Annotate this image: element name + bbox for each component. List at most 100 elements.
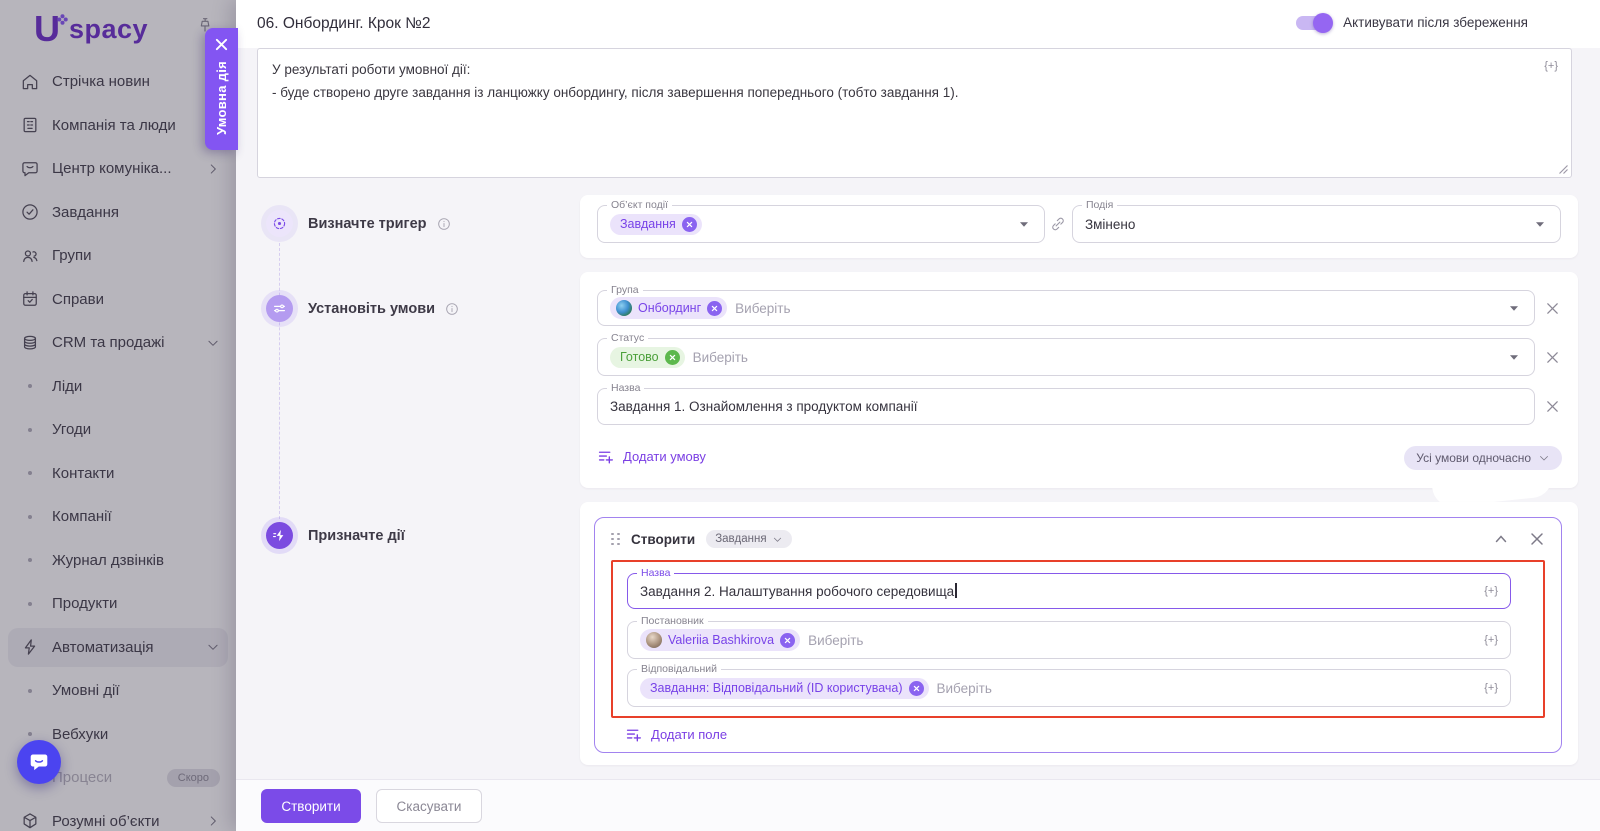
add-field-button[interactable]: Додати поле bbox=[625, 726, 727, 743]
conditions-step-icon bbox=[266, 295, 293, 322]
add-filter-icon bbox=[625, 726, 642, 743]
field-value: Завдання 2. Налаштування робочого середо… bbox=[640, 583, 957, 599]
remove-chip-icon[interactable] bbox=[664, 349, 680, 365]
field-label: Назва bbox=[607, 382, 645, 395]
activate-toggle-group: Активувати після збереження bbox=[1296, 12, 1528, 33]
actions-step-label: Призначте дії bbox=[308, 528, 405, 544]
activate-toggle[interactable] bbox=[1296, 12, 1334, 33]
action-name-field[interactable]: Назва Завдання 2. Налаштування робочого … bbox=[627, 567, 1511, 609]
collapse-icon[interactable] bbox=[1493, 531, 1509, 547]
field-value: Змінено bbox=[1085, 216, 1136, 232]
actions-card: Створити Завдання Назва Завдання 2. Нала… bbox=[580, 502, 1578, 765]
resize-handle[interactable] bbox=[1558, 164, 1568, 174]
field-placeholder: Виберіть bbox=[692, 349, 748, 365]
chevron-down-icon[interactable] bbox=[1016, 216, 1032, 232]
steps-connector-line bbox=[279, 243, 280, 519]
remove-chip-icon[interactable] bbox=[780, 632, 796, 648]
chevron-down-icon[interactable] bbox=[1506, 300, 1522, 316]
field-placeholder: Виберіть bbox=[936, 680, 992, 696]
field-label: Постановник bbox=[637, 615, 708, 628]
close-icon[interactable] bbox=[214, 37, 229, 52]
action-header: Створити Завдання bbox=[595, 518, 1561, 560]
object-chip: Завдання bbox=[610, 213, 702, 235]
description-line: У результаті роботи умовної дії: bbox=[272, 62, 471, 77]
group-avatar bbox=[616, 300, 632, 316]
remove-chip-icon[interactable] bbox=[908, 680, 924, 696]
create-button[interactable]: Створити bbox=[261, 789, 361, 823]
drag-handle-icon[interactable] bbox=[611, 532, 620, 546]
close-icon[interactable] bbox=[1529, 531, 1545, 547]
remove-condition-icon[interactable] bbox=[1542, 396, 1562, 416]
action-controls bbox=[1493, 531, 1545, 547]
field-label: Група bbox=[607, 284, 643, 297]
chip-label: Завдання: Відповідальний (ID користувача… bbox=[650, 681, 903, 695]
action-verb: Створити bbox=[631, 531, 696, 547]
link-icon bbox=[1049, 215, 1067, 233]
user-avatar bbox=[646, 632, 662, 648]
chevron-down-icon bbox=[1538, 452, 1550, 464]
field-value: Завдання 1. Ознайомлення з продуктом ком… bbox=[610, 399, 918, 414]
app-window: U spacy Стрічка новин Компанія та люди Ц… bbox=[0, 0, 1600, 831]
modal-backdrop[interactable] bbox=[0, 0, 236, 831]
responsible-chip: Завдання: Відповідальний (ID користувача… bbox=[640, 677, 929, 699]
action-author-field[interactable]: Постановник Valeriia Bashkirova Виберіть… bbox=[627, 615, 1511, 659]
field-label: Подія bbox=[1082, 199, 1118, 212]
description-textarea[interactable]: У результаті роботи умовної дії: - буде … bbox=[257, 48, 1572, 178]
conditions-card: Група Онбординг Виберіть Статус Готово В… bbox=[580, 272, 1578, 509]
cancel-button[interactable]: Скасувати bbox=[376, 789, 482, 823]
chip-label: Завдання bbox=[620, 217, 676, 231]
remove-chip-icon[interactable] bbox=[707, 300, 723, 316]
trigger-step-label: Визначте тригер bbox=[308, 216, 452, 232]
action-responsible-field[interactable]: Відповідальний Завдання: Відповідальний … bbox=[627, 663, 1511, 707]
condition-name-field[interactable]: Назва Завдання 1. Ознайомлення з продукт… bbox=[597, 382, 1535, 425]
chevron-down-icon[interactable] bbox=[1506, 349, 1522, 365]
action-entity-select[interactable]: Завдання bbox=[706, 530, 792, 548]
drawer-tab-label: Умовна дія bbox=[214, 61, 229, 135]
conditional-action-drawer: Умовна дія 06. Онбординг. Крок №2 Активу… bbox=[205, 0, 1600, 831]
insert-variable-icon[interactable]: {+} bbox=[1484, 682, 1498, 694]
author-chip: Valeriia Bashkirova bbox=[640, 629, 801, 651]
chip-label: Готово bbox=[620, 350, 659, 364]
condition-group-field[interactable]: Група Онбординг Виберіть bbox=[597, 284, 1535, 326]
add-condition-button[interactable]: Додати умову bbox=[597, 448, 706, 465]
status-chip: Готово bbox=[610, 346, 685, 368]
event-type-field[interactable]: Подія Змінено bbox=[1072, 199, 1561, 243]
insert-variable-icon[interactable]: {+} bbox=[1484, 585, 1498, 597]
drawer-header: 06. Онбординг. Крок №2 Активувати після … bbox=[236, 0, 1600, 48]
page-title: 06. Онбординг. Крок №2 bbox=[257, 15, 431, 32]
text-caret bbox=[955, 583, 957, 598]
insert-variable-icon[interactable]: {+} bbox=[1544, 55, 1558, 78]
remove-chip-icon[interactable] bbox=[681, 216, 697, 232]
insert-variable-icon[interactable]: {+} bbox=[1484, 634, 1498, 646]
conditions-mode-select[interactable]: Усі умови одночасно bbox=[1404, 446, 1562, 470]
highlighted-fields-outline: Назва Завдання 2. Налаштування робочого … bbox=[611, 560, 1545, 718]
field-placeholder: Виберіть bbox=[808, 632, 864, 648]
chat-bubble-icon bbox=[27, 750, 51, 774]
trigger-step-icon bbox=[266, 210, 293, 237]
chevron-down-icon[interactable] bbox=[1532, 216, 1548, 232]
info-icon[interactable] bbox=[444, 301, 460, 317]
chip-label: Онбординг bbox=[638, 301, 702, 315]
action-item-card: Створити Завдання Назва Завдання 2. Нала… bbox=[594, 517, 1562, 753]
chat-fab[interactable] bbox=[17, 740, 61, 784]
description-line: - буде створено друге завдання із ланцюж… bbox=[272, 85, 959, 100]
trigger-card: Об’єкт події Завдання Подія Змінено bbox=[580, 195, 1578, 258]
toggle-knob bbox=[1313, 12, 1334, 33]
actions-step-icon bbox=[266, 522, 293, 549]
group-chip: Онбординг bbox=[610, 297, 728, 319]
add-filter-icon bbox=[597, 448, 614, 465]
drawer-side-tab[interactable]: Умовна дія bbox=[205, 28, 238, 150]
remove-condition-icon[interactable] bbox=[1542, 347, 1562, 367]
info-icon[interactable] bbox=[436, 216, 452, 232]
activate-toggle-label: Активувати після збереження bbox=[1343, 15, 1528, 30]
field-label: Відповідальний bbox=[637, 663, 721, 676]
chevron-down-icon bbox=[772, 534, 783, 545]
condition-status-field[interactable]: Статус Готово Виберіть bbox=[597, 332, 1535, 376]
remove-condition-icon[interactable] bbox=[1542, 298, 1562, 318]
field-label: Статус bbox=[607, 332, 649, 345]
sidebar: U spacy Стрічка новин Компанія та люди Ц… bbox=[0, 0, 236, 831]
drawer-footer: Створити Скасувати bbox=[236, 779, 1600, 831]
chip-label: Valeriia Bashkirova bbox=[668, 633, 775, 647]
conditions-step-label: Установіть умови bbox=[308, 301, 460, 317]
event-object-field[interactable]: Об’єкт події Завдання bbox=[597, 199, 1045, 243]
